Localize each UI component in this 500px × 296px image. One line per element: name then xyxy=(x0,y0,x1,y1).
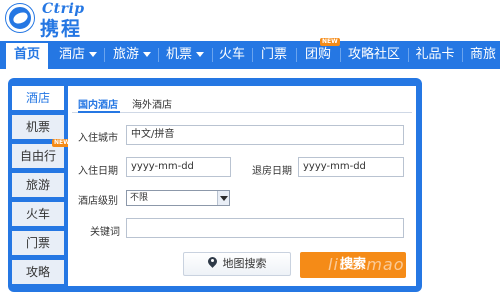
city-input[interactable]: 中文/拼音 xyxy=(126,125,404,145)
nav-divider xyxy=(158,48,159,62)
keyword-label: 关键词 xyxy=(90,227,120,238)
nav-item-label: 酒店 xyxy=(58,47,85,62)
nav-item-label: 火车 xyxy=(218,47,245,62)
nav-item-label: 攻略社区 xyxy=(347,47,400,62)
keyword-input[interactable] xyxy=(126,218,404,238)
nav-item-flights[interactable]: 机票 xyxy=(160,41,210,69)
nav-item-label: 商旅 xyxy=(470,47,497,62)
checkout-label: 退房日期 xyxy=(252,166,292,177)
nav-item-travel[interactable]: 旅游 xyxy=(107,41,157,69)
chevron-down-icon xyxy=(196,52,204,57)
map-search-button[interactable]: 地图搜索 xyxy=(183,252,291,276)
nav-divider xyxy=(212,48,213,62)
sidebar-item-label: 旅游 xyxy=(25,178,50,192)
nav-item-community[interactable]: 攻略社区 xyxy=(344,41,404,69)
nav-divider xyxy=(252,48,253,62)
tab-domestic-hotel[interactable]: 国内酒店 xyxy=(78,96,118,111)
nav-item-gift-card[interactable]: 礼品卡 xyxy=(412,41,458,69)
nav-item-business[interactable]: 商旅 xyxy=(466,41,500,69)
main-nav: 首页 酒店 旅游 机票 火车 门票 团购 NEW 攻略社区 礼品卡 商旅 xyxy=(0,38,500,69)
search-button-label: 搜索 xyxy=(339,257,366,272)
sidebar-item-free-travel[interactable]: 自由行 xyxy=(12,144,64,168)
hotel-level-select[interactable]: 不限 xyxy=(126,190,230,206)
nav-divider xyxy=(340,48,341,62)
sidebar-item-guides[interactable]: 攻略 xyxy=(12,260,64,284)
nav-item-label: 团购 xyxy=(304,47,331,62)
sidebar-item-label: 火车 xyxy=(25,207,50,221)
sidebar-item-flights[interactable]: 机票 xyxy=(12,115,64,139)
sidebar-item-travel[interactable]: 旅游 xyxy=(12,173,64,197)
new-badge: NEW xyxy=(320,38,340,46)
nav-item-home[interactable]: 首页 xyxy=(6,43,48,69)
nav-item-train[interactable]: 火车 xyxy=(214,41,250,69)
chevron-down-icon xyxy=(217,191,229,205)
sidebar-item-train[interactable]: 火车 xyxy=(12,202,64,226)
nav-divider xyxy=(462,48,463,62)
active-tab-indicator xyxy=(78,111,120,113)
sidebar-item-label: 自由行 xyxy=(19,149,56,163)
chevron-down-icon xyxy=(143,52,151,57)
product-sidebar: 酒店 机票 自由行 旅游 火车 门票 攻略 xyxy=(12,86,64,286)
sidebar-item-hotel[interactable]: 酒店 xyxy=(12,86,64,110)
search-button[interactable]: 搜索 xyxy=(300,252,406,278)
checkin-label: 入住日期 xyxy=(78,166,118,177)
nav-divider xyxy=(104,48,105,62)
ctrip-logo[interactable]: Ctrip 携程 xyxy=(6,1,118,40)
nav-divider xyxy=(408,48,409,62)
sidebar-item-label: 门票 xyxy=(25,236,50,250)
sidebar-item-label: 机票 xyxy=(25,120,50,134)
city-label: 入住城市 xyxy=(78,133,118,144)
checkout-date-input[interactable]: yyyy-mm-dd xyxy=(298,157,404,177)
ctrip-logo-ball-icon xyxy=(6,4,34,32)
sidebar-item-label: 酒店 xyxy=(25,91,50,105)
nav-divider xyxy=(296,48,297,62)
tab-divider xyxy=(72,112,412,113)
hotel-level-value: 不限 xyxy=(130,193,149,203)
logo-chinese: 携程 xyxy=(40,18,83,40)
nav-item-hotel[interactable]: 酒店 xyxy=(54,41,102,69)
map-pin-icon xyxy=(208,257,217,269)
nav-item-label: 礼品卡 xyxy=(415,47,455,62)
hotel-level-label: 酒店级别 xyxy=(78,196,118,207)
nav-item-label: 首页 xyxy=(13,47,40,62)
nav-item-label: 门票 xyxy=(260,47,287,62)
tab-overseas-hotel[interactable]: 海外酒店 xyxy=(132,96,172,111)
header: Ctrip 携程 xyxy=(0,0,500,40)
sidebar-item-tickets[interactable]: 门票 xyxy=(12,231,64,255)
nav-item-label: 机票 xyxy=(165,47,192,62)
map-search-label: 地图搜索 xyxy=(222,257,267,270)
nav-item-tickets[interactable]: 门票 xyxy=(255,41,293,69)
chevron-down-icon xyxy=(89,52,97,57)
nav-item-label: 旅游 xyxy=(112,47,139,62)
checkin-date-input[interactable]: yyyy-mm-dd xyxy=(126,157,231,177)
sidebar-item-label: 攻略 xyxy=(25,265,50,279)
